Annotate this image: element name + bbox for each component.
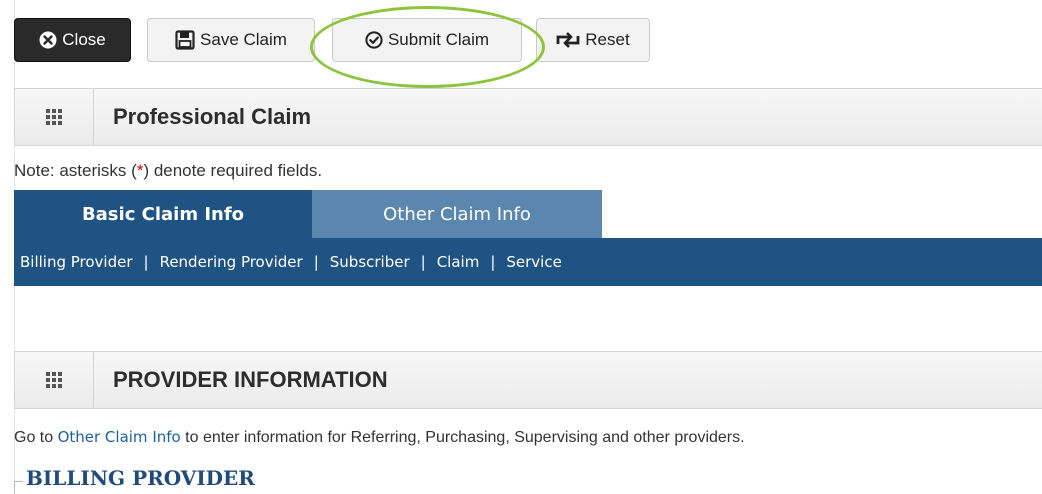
subnav-claim[interactable]: Claim xyxy=(437,253,480,271)
subnav-billing-provider[interactable]: Billing Provider xyxy=(20,253,133,271)
goto-suffix: to enter information for Referring, Purc… xyxy=(180,429,745,446)
subnav-service[interactable]: Service xyxy=(506,253,561,271)
subnav-separator: | xyxy=(420,253,426,271)
submit-claim-label: Submit Claim xyxy=(387,30,490,49)
subnav-subscriber[interactable]: Subscriber xyxy=(330,253,410,271)
page-title: Professional Claim xyxy=(113,104,312,129)
note-suffix: ) denote required fields. xyxy=(143,161,323,180)
professional-claim-header: Professional Claim xyxy=(14,88,1042,146)
save-claim-label: Save Claim xyxy=(200,30,287,49)
grid-menu-icon[interactable] xyxy=(15,352,94,408)
reset-button[interactable]: Reset xyxy=(536,18,650,62)
reset-arrows-icon xyxy=(556,31,580,49)
tab-other-claim-info[interactable]: Other Claim Info xyxy=(312,190,602,238)
required-fields-note: Note: asterisks (*) denote required fiel… xyxy=(14,161,322,181)
submit-claim-button[interactable]: Submit Claim xyxy=(332,18,522,62)
reset-label: Reset xyxy=(585,30,630,49)
subnav-separator: | xyxy=(143,253,149,271)
save-disk-icon xyxy=(175,30,195,50)
subnav-rendering-provider[interactable]: Rendering Provider xyxy=(160,253,303,271)
tab-basic-claim-info[interactable]: Basic Claim Info xyxy=(14,190,312,238)
close-button[interactable]: Close xyxy=(14,18,131,62)
grid-menu-icon[interactable] xyxy=(15,89,94,145)
close-button-label: Close xyxy=(62,30,106,49)
provider-section-title: PROVIDER INFORMATION xyxy=(113,367,388,392)
save-claim-button[interactable]: Save Claim xyxy=(147,18,315,62)
provider-information-header: PROVIDER INFORMATION xyxy=(14,351,1042,409)
close-circle-icon xyxy=(39,31,57,49)
subnav-separator: | xyxy=(313,253,319,271)
fieldset-border xyxy=(14,481,23,494)
other-claim-info-hint: Go to Other Claim Info to enter informat… xyxy=(14,428,745,447)
note-prefix: Note: asterisks ( xyxy=(14,161,137,180)
goto-prefix: Go to xyxy=(14,429,58,446)
subnav-separator: | xyxy=(490,253,496,271)
other-claim-info-link[interactable]: Other Claim Info xyxy=(58,428,181,446)
check-circle-icon xyxy=(365,31,383,49)
billing-provider-title: BILLING PROVIDER xyxy=(26,466,255,490)
section-subnav: Billing Provider | Rendering Provider | … xyxy=(14,238,1042,286)
